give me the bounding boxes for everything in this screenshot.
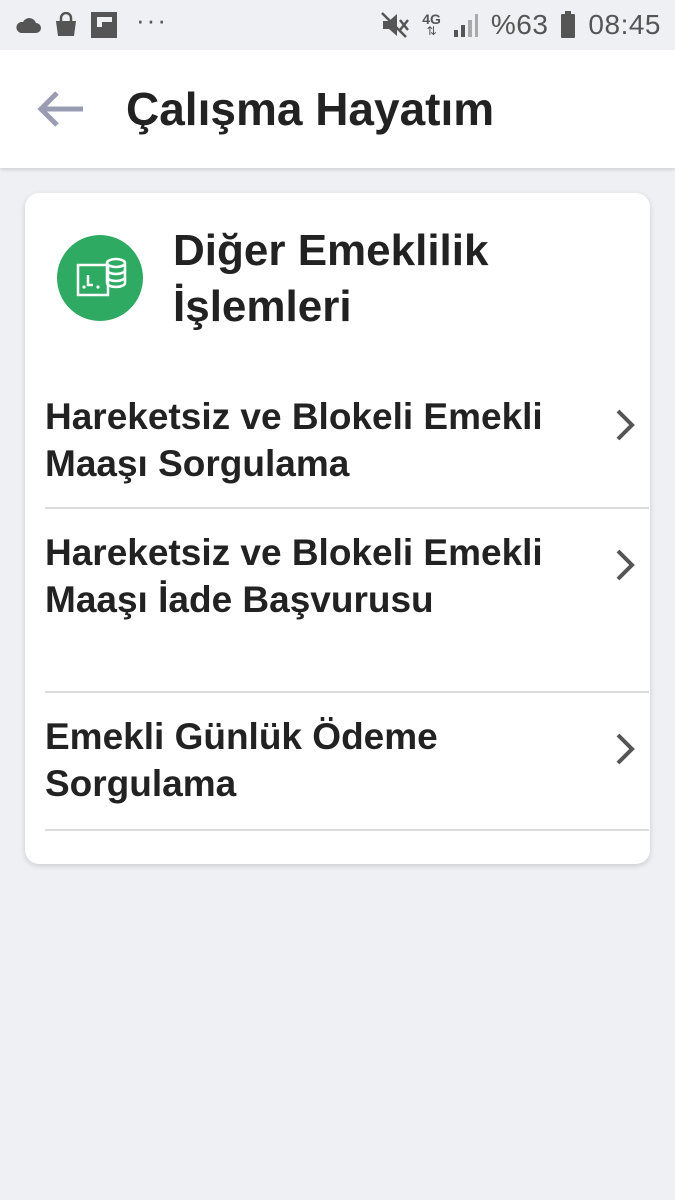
network-type-icon: 4G ⇅ <box>422 12 441 38</box>
chevron-right-icon <box>616 733 635 765</box>
menu-item-idle-blocked-pension-refund[interactable]: Hareketsiz ve Blokeli Emekli Maaşı İade … <box>45 509 649 693</box>
chevron-right-icon <box>616 549 635 581</box>
flipboard-icon <box>90 11 118 39</box>
card-title: Diğer Emeklilik İşlemleri <box>173 226 489 331</box>
shopping-bag-icon <box>54 12 78 38</box>
data-arrows-icon: ⇅ <box>426 24 437 38</box>
status-bar-right: 4G ⇅ %63 08:45 <box>380 9 661 41</box>
battery-icon <box>560 11 576 39</box>
chevron-right-icon <box>616 409 635 441</box>
signal-icon <box>453 12 479 38</box>
retirement-coins-icon <box>57 235 143 321</box>
status-bar-left: ··· <box>14 5 168 39</box>
page-title: Çalışma Hayatım <box>126 83 495 135</box>
status-bar: ··· 4G ⇅ %63 08:45 <box>0 0 675 50</box>
menu-item-label: Hareketsiz ve Blokeli Emekli Maaşı Sorgu… <box>45 396 543 484</box>
battery-percent: %63 <box>490 9 549 40</box>
cloud-icon <box>14 15 42 35</box>
menu-item-daily-payment-query[interactable]: Emekli Günlük Ödeme Sorgulama <box>45 693 649 831</box>
overflow-dots: ··· <box>136 4 168 35</box>
menu-item-idle-blocked-pension-query[interactable]: Hareketsiz ve Blokeli Emekli Maaşı Sorgu… <box>45 371 649 509</box>
menu-list: Hareketsiz ve Blokeli Emekli Maaşı Sorgu… <box>45 371 649 831</box>
menu-item-label: Hareketsiz ve Blokeli Emekli Maaşı İade … <box>45 532 543 620</box>
back-button[interactable] <box>30 79 90 139</box>
back-arrow-icon <box>37 91 83 127</box>
app-bar: Çalışma Hayatım <box>0 50 675 168</box>
retirement-card: Diğer Emeklilik İşlemleri Hareketsiz ve … <box>25 193 650 864</box>
clock: 08:45 <box>588 9 661 40</box>
mute-icon <box>380 11 410 39</box>
menu-item-label: Emekli Günlük Ödeme Sorgulama <box>45 716 438 804</box>
card-header: Diğer Emeklilik İşlemleri <box>25 193 650 353</box>
